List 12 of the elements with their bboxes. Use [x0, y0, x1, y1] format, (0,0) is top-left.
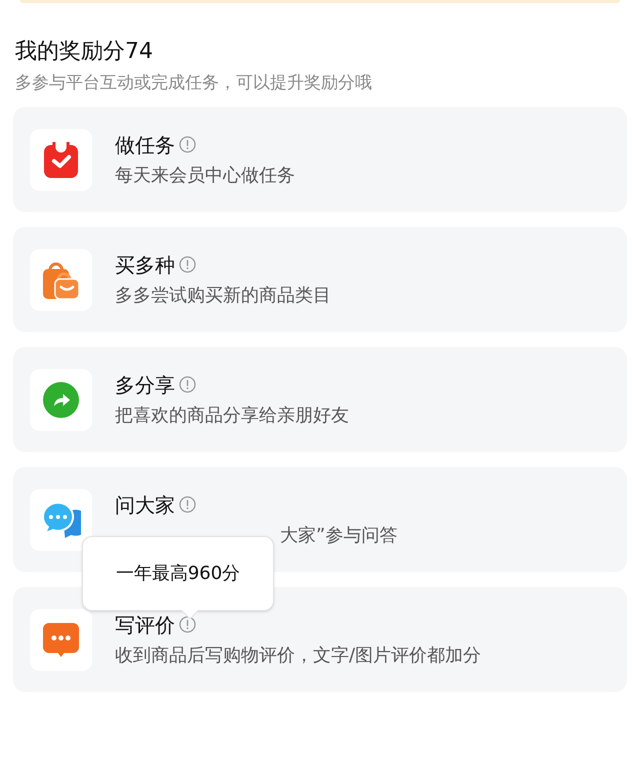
task-description: 把喜欢的商品分享给亲朋好友 [115, 404, 349, 428]
page-subtitle: 多参与平台互动或完成任务，可以提升奖励分哦 [15, 72, 372, 95]
task-description: 大家”参与问答 [280, 524, 398, 548]
task-description: 每天来会员中心做任务 [115, 164, 295, 188]
task-title: 做任务 [115, 132, 175, 158]
task-title: 写评价 [115, 612, 175, 638]
task-title: 问大家 [115, 492, 175, 518]
task-description: 收到商品后写购物评价，文字/图片评价都加分 [115, 644, 482, 668]
task-description: 多多尝试购买新的商品类目 [115, 284, 331, 308]
task-title: 买多种 [115, 252, 175, 278]
task-title: 多分享 [115, 372, 175, 398]
page-title: 我的奖励分74 [15, 38, 153, 66]
